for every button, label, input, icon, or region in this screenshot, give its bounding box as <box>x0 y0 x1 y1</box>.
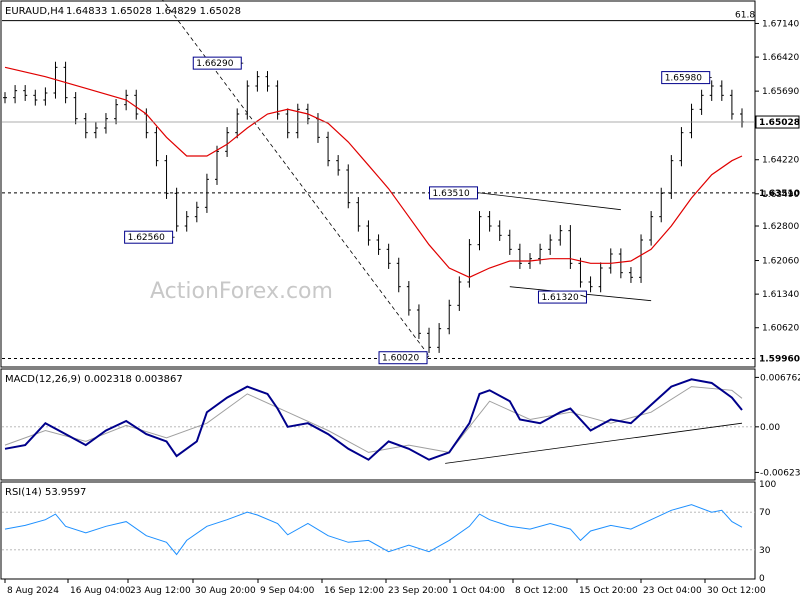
pivot-label: 1.60020 <box>382 354 419 364</box>
pivot-label: 1.66290 <box>196 59 233 69</box>
x-tick-label: 23 Oct 04:00 <box>643 586 702 596</box>
x-tick-label: 9 Sep 04:00 <box>260 586 315 596</box>
symbol-label: EURAUD,H4 <box>5 6 64 17</box>
x-tick-label: 15 Oct 20:00 <box>579 586 638 596</box>
level-axis-label: 1.63510 <box>759 189 800 199</box>
watermark: ActionForex.com <box>150 279 333 304</box>
price-y-tick-label: 1.61340 <box>762 290 799 300</box>
price-panel: 1.671401.664201.656901.649501.642201.634… <box>2 0 800 365</box>
macd-signal-line <box>4 386 743 453</box>
rsi-y-tick-label: 100 <box>759 480 776 490</box>
trendline <box>479 192 621 211</box>
current-price-label: 1.65028 <box>759 118 800 128</box>
macd-panel: 0.006762 0.00 -0.006238 <box>2 373 800 478</box>
rsi-label: RSI(14) 53.9597 <box>5 487 86 498</box>
macd-y-tick-label: -0.006238 <box>760 468 800 478</box>
fib-level-label: 61.8 <box>735 11 755 21</box>
x-tick-label: 23 Sep 20:00 <box>388 586 448 596</box>
price-y-tick-label: 1.67140 <box>762 19 799 29</box>
rsi-y-tick-label: 30 <box>759 546 771 556</box>
price-y-tick-label: 1.65690 <box>762 87 799 97</box>
chart-canvas: ActionForex.com EURAUD,H4 1.64833 1.6502… <box>0 0 800 596</box>
price-y-tick-label: 1.64220 <box>762 156 799 166</box>
price-y-tick-label: 1.66420 <box>762 53 799 63</box>
macd-line <box>4 378 743 461</box>
x-tick-label: 30 Oct 12:00 <box>707 586 766 596</box>
moving-average-line <box>4 66 743 278</box>
pivot-label: 1.62560 <box>128 233 165 243</box>
pivot-label: 1.61320 <box>541 293 578 303</box>
macd-panel-frame <box>0 368 756 481</box>
x-tick-label: 16 Sep 12:00 <box>324 586 384 596</box>
macd-label: MACD(12,26,9) 0.002318 0.003867 <box>5 374 183 385</box>
macd-y-tick-label: 0.006762 <box>760 373 800 383</box>
time-axis: 8 Aug 2024 16 Aug 04:00 23 Aug 12:00 30 Aug… <box>4 579 766 596</box>
rsi-panel-frame <box>0 481 756 580</box>
pivot-label: 1.63510 <box>433 189 470 199</box>
x-tick-label: 30 Aug 20:00 <box>195 586 256 596</box>
price-panel-frame <box>0 0 756 368</box>
pivot-label: 1.65980 <box>665 74 702 84</box>
price-y-tick-label: 1.62060 <box>762 257 799 267</box>
x-tick-label: 1 Oct 04:00 <box>452 586 505 596</box>
ohlc-readout: 1.64833 1.65028 1.64829 1.65028 <box>66 6 241 17</box>
price-y-tick-label: 1.62800 <box>762 222 799 232</box>
rsi-y-tick-label: 70 <box>759 508 771 518</box>
price-y-tick-label: 1.60620 <box>762 324 799 334</box>
macd-y-tick-label: 0.00 <box>760 423 780 433</box>
x-tick-label: 16 Aug 04:00 <box>70 586 131 596</box>
level-axis-label: 1.59960 <box>759 355 800 365</box>
rsi-panel: 100 70 30 0 <box>2 480 776 584</box>
x-tick-label: 23 Aug 12:00 <box>130 586 191 596</box>
rsi-y-tick-label: 0 <box>759 574 765 584</box>
x-tick-label: 8 Aug 2024 <box>7 586 59 596</box>
x-tick-label: 8 Oct 12:00 <box>515 586 568 596</box>
